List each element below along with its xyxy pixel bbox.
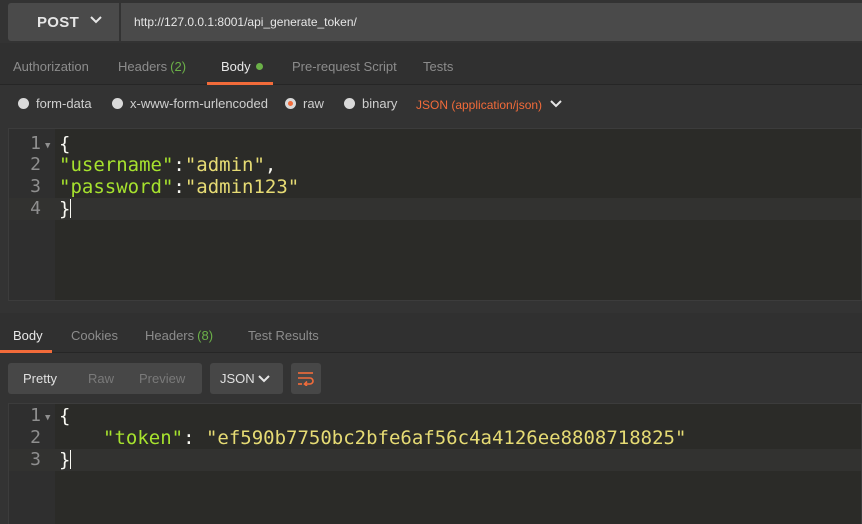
json-brace: } xyxy=(59,449,71,471)
radio-binary[interactable]: binary xyxy=(344,96,397,111)
fold-toggle-icon[interactable]: ▼ xyxy=(45,414,50,423)
response-toolbar: Pretty Raw Preview JSON xyxy=(0,353,862,403)
json-key: "token" xyxy=(103,427,184,449)
code-line-current: 3 } xyxy=(9,449,861,471)
json-colon: : xyxy=(173,154,185,176)
view-pretty-button[interactable]: Pretty xyxy=(23,371,57,386)
line-number: 1 xyxy=(30,405,41,426)
method-selector[interactable]: POST xyxy=(8,3,119,41)
body-indicator-dot xyxy=(255,63,263,70)
tab-response-body[interactable]: Body xyxy=(13,328,43,343)
json-key: "password" xyxy=(59,176,174,198)
tab-headers-label: Headers xyxy=(118,59,168,74)
tab-authorization[interactable]: Authorization xyxy=(13,59,89,74)
format-label: JSON xyxy=(220,371,255,386)
response-tabs: Body Cookies Headers (8) Test Results xyxy=(0,313,862,353)
view-raw-button[interactable]: Raw xyxy=(88,371,114,386)
tab-response-headers-count: (8) xyxy=(197,328,214,343)
json-string-value: "admin" xyxy=(184,154,265,176)
pane-divider[interactable] xyxy=(0,301,862,313)
method-label: POST xyxy=(37,14,80,31)
radio-urlencoded-label: x-www-form-urlencoded xyxy=(130,96,268,111)
request-body-editor[interactable]: 1 ▼ { 2 "username":"admin", 3 "password"… xyxy=(8,128,862,301)
radio-form-data[interactable]: form-data xyxy=(18,96,92,111)
json-comma: , xyxy=(264,154,277,176)
code-line-current: 4 } xyxy=(9,198,861,220)
code-line: 3 "password":"admin123" xyxy=(9,176,861,198)
tab-response-cookies[interactable]: Cookies xyxy=(71,328,118,343)
line-number: 2 xyxy=(30,427,41,448)
token-value: "ef590b7750bc2bfe6af56c4a4126ee880871882… xyxy=(205,427,687,449)
content-type-label: JSON (application/json) xyxy=(416,98,543,112)
tab-response-headers[interactable]: Headers (8) xyxy=(145,328,213,343)
url-input[interactable]: http://127.0.0.1:8001/api_generate_token… xyxy=(121,3,862,41)
json-brace: { xyxy=(59,133,71,155)
format-dropdown[interactable]: JSON xyxy=(210,363,283,394)
url-text: http://127.0.0.1:8001/api_generate_token… xyxy=(134,15,357,29)
radio-circle-selected xyxy=(285,98,296,109)
chevron-down-icon xyxy=(550,100,562,108)
code-line: 2 "username":"admin", xyxy=(9,154,861,176)
tab-body[interactable]: Body xyxy=(221,59,263,74)
text-cursor xyxy=(70,450,72,469)
json-key: "username" xyxy=(59,154,174,176)
tab-test-results[interactable]: Test Results xyxy=(248,328,319,343)
radio-circle xyxy=(18,98,29,109)
chevron-down-icon xyxy=(90,16,102,24)
radio-raw-label: raw xyxy=(303,96,324,111)
wrap-lines-icon xyxy=(298,372,314,386)
content-type-dropdown[interactable]: JSON (application/json) xyxy=(416,98,562,112)
line-number: 4 xyxy=(30,198,41,219)
json-colon: : xyxy=(183,427,206,449)
code-line: 1 ▼ { xyxy=(9,133,861,155)
code-line: 1 ▼ { xyxy=(9,405,861,427)
tab-response-headers-label: Headers xyxy=(145,328,195,343)
json-colon: : xyxy=(173,176,185,198)
json-brace: } xyxy=(59,198,71,220)
response-body-viewer[interactable]: 1 ▼ { 2 "token": "ef590b7750bc2bfe6af56c… xyxy=(8,403,862,524)
line-number: 1 xyxy=(30,133,41,154)
view-mode-group: Pretty Raw Preview xyxy=(8,363,202,394)
code-line: 2 "token": "ef590b7750bc2bfe6af56c4a4126… xyxy=(9,427,861,449)
radio-raw[interactable]: raw xyxy=(285,96,324,111)
active-tab-indicator xyxy=(207,82,273,85)
tab-body-label: Body xyxy=(221,59,251,74)
line-number: 3 xyxy=(30,449,41,470)
text-cursor xyxy=(70,199,72,218)
tab-prerequest-script[interactable]: Pre-request Script xyxy=(292,59,397,74)
line-number: 3 xyxy=(30,176,41,197)
radio-circle xyxy=(112,98,123,109)
line-number: 2 xyxy=(30,154,41,175)
request-tabs: Authorization Headers (2) Body Pre-reques… xyxy=(0,43,862,85)
tab-headers[interactable]: Headers (2) xyxy=(118,59,186,74)
wrap-lines-button[interactable] xyxy=(291,363,321,394)
radio-circle xyxy=(344,98,355,109)
radio-urlencoded[interactable]: x-www-form-urlencoded xyxy=(112,96,268,111)
radio-binary-label: binary xyxy=(362,96,398,111)
fold-toggle-icon[interactable]: ▼ xyxy=(45,142,50,151)
view-preview-button[interactable]: Preview xyxy=(139,371,185,386)
tab-headers-count: (2) xyxy=(170,59,187,74)
radio-form-data-label: form-data xyxy=(36,96,92,111)
tab-tests[interactable]: Tests xyxy=(423,59,453,74)
chevron-down-icon xyxy=(258,375,270,383)
json-brace: { xyxy=(59,405,71,427)
request-url-bar: POST http://127.0.0.1:8001/api_generate_… xyxy=(0,0,862,43)
body-type-options: form-data x-www-form-urlencoded raw bina… xyxy=(0,86,862,126)
json-string-value: "admin123" xyxy=(184,176,300,198)
